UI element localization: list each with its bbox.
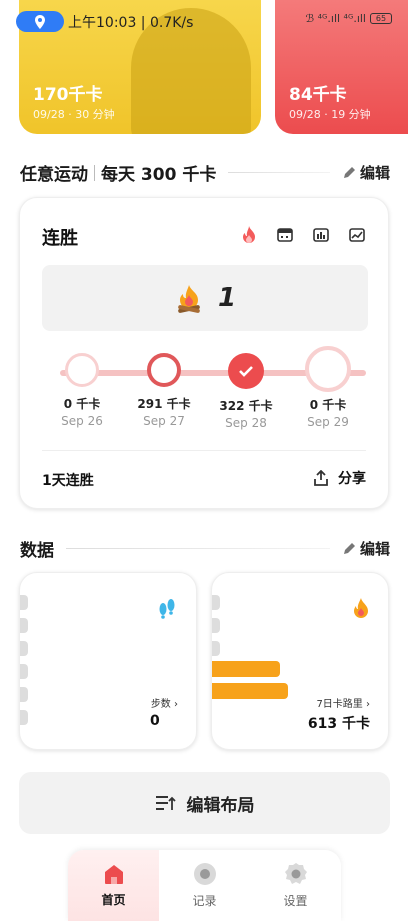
pencil-icon — [343, 166, 355, 178]
streak-day: 0 千卡 Sep 29 — [288, 346, 368, 429]
calorie-bar — [212, 661, 280, 677]
home-icon — [104, 865, 123, 884]
workout-kcal: 170千卡 — [33, 85, 103, 105]
card-tick-marks — [20, 595, 28, 733]
workout-kcal: 84千卡 — [289, 85, 347, 105]
share-icon — [314, 470, 328, 486]
streak-day: 0 千卡 Sep 26 — [42, 353, 122, 428]
flame-icon — [352, 597, 370, 623]
workout-meta: 09/28 · 30 分钟 — [33, 108, 115, 121]
network-status: ℬ ⁴ᴳ.ıll ⁴ᴳ.ıll — [305, 12, 366, 25]
steps-card[interactable]: 步数 › 0 — [19, 572, 197, 750]
nav-settings[interactable]: 设置 — [250, 850, 341, 921]
calendar-icon[interactable] — [276, 226, 294, 244]
streak-count-box: 1 — [42, 265, 368, 331]
data-section-header: 数据 编辑 — [20, 536, 390, 561]
edit-goal-button[interactable]: 编辑 — [342, 162, 390, 183]
campfire-icon — [178, 285, 200, 313]
card-tick-marks — [212, 595, 220, 664]
daily-goal: 每天 300 千卡 — [101, 165, 217, 185]
check-icon — [228, 353, 264, 389]
steps-value: 0 — [150, 713, 160, 729]
streak-count: 1 — [217, 283, 237, 313]
steps-label: 步数 › — [150, 699, 178, 710]
day-dot-today — [305, 346, 351, 392]
streak-card[interactable]: 连胜 1 0 千卡 Sep 26 291 千卡 Sep 27 322 千卡 Se… — [19, 197, 389, 509]
streak-day: 322 千卡 Sep 28 — [206, 353, 286, 430]
settings-icon — [284, 863, 307, 884]
streak-summary: 1天连胜 — [42, 473, 94, 489]
battery-icon: 65 — [370, 13, 392, 24]
status-time: 上午10:03 | 0.7K/s — [68, 15, 194, 31]
streak-day: 291 千卡 Sep 27 — [124, 353, 204, 428]
line-chart-icon[interactable] — [348, 226, 366, 244]
streak-title: 连胜 — [42, 228, 78, 249]
records-icon — [193, 863, 216, 885]
nav-records[interactable]: 记录 — [159, 850, 250, 921]
pencil-icon — [343, 542, 355, 554]
edit-data-button[interactable]: 编辑 — [342, 538, 390, 559]
sport-type: 任意运动 — [20, 165, 88, 185]
day-dot-empty — [65, 353, 99, 387]
layout-edit-icon — [155, 796, 176, 810]
sport-section-header: 任意运动 每天 300 千卡 编辑 — [20, 160, 390, 185]
nav-home[interactable]: 首页 — [68, 850, 159, 921]
bottom-nav: 首页 记录 设置 — [68, 850, 341, 921]
location-indicator — [16, 11, 64, 32]
calories-card[interactable]: 7日卡路里 › 613 千卡 — [211, 572, 389, 750]
calories-label: 7日卡路里 › — [316, 699, 370, 710]
footprints-icon — [156, 597, 178, 623]
streak-view-toggles — [240, 226, 366, 244]
workout-meta: 09/28 · 19 分钟 — [289, 108, 371, 121]
location-icon — [35, 14, 45, 29]
calories-value: 613 千卡 — [307, 716, 370, 732]
flame-icon[interactable] — [240, 226, 258, 244]
calorie-bar — [212, 683, 288, 699]
edit-layout-button[interactable]: 编辑布局 — [19, 772, 390, 834]
data-section-title: 数据 — [20, 541, 54, 561]
day-dot-partial — [147, 353, 181, 387]
bar-chart-icon[interactable] — [312, 226, 330, 244]
share-button[interactable]: 分享 — [314, 468, 366, 488]
status-indicators: ℬ ⁴ᴳ.ıll ⁴ᴳ.ıll 65 — [305, 12, 392, 25]
